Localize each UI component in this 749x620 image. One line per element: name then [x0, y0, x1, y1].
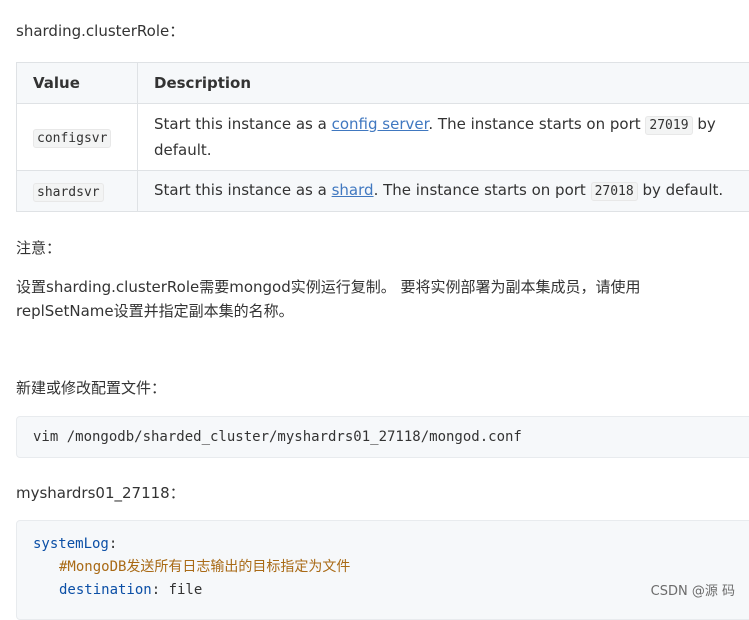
- description-cell: Start this instance as a config server. …: [138, 104, 749, 171]
- table-header-description: Description: [138, 63, 749, 104]
- param-heading: sharding.clusterRole：: [16, 20, 184, 41]
- config-key: systemLog: [33, 536, 109, 552]
- value-cell: configsvr: [17, 104, 138, 171]
- note-line-2: replSetName设置并指定副本集的名称。: [16, 300, 294, 321]
- desc-text: Start this instance as a: [154, 181, 332, 199]
- table-header-value: Value: [17, 63, 138, 104]
- desc-text: . The instance starts on port: [428, 115, 645, 133]
- config-line-2: #MongoDB发送所有日志输出的目标指定为文件: [33, 556, 739, 579]
- file-label: myshardrs01_27118：: [16, 482, 185, 503]
- config-codeblock[interactable]: systemLog: #MongoDB发送所有日志输出的目标指定为文件 dest…: [16, 520, 749, 620]
- cluster-role-table: Value Description configsvr Start this i…: [16, 62, 749, 212]
- desc-text: Start this instance as a: [154, 115, 332, 133]
- config-line-3: destination: file: [33, 579, 739, 602]
- value-code: configsvr: [33, 129, 111, 148]
- command-text: vim /mongodb/sharded_cluster/myshardrs01…: [33, 429, 522, 445]
- table-row: configsvr Start this instance as a confi…: [17, 104, 749, 171]
- config-key: destination: [59, 582, 152, 598]
- config-colon: :: [109, 536, 117, 552]
- config-line-1: systemLog:: [33, 533, 739, 556]
- command-codeblock[interactable]: vim /mongodb/sharded_cluster/myshardrs01…: [16, 416, 749, 458]
- port-code: 27019: [645, 116, 692, 135]
- config-value: : file: [152, 582, 203, 598]
- value-cell: shardsvr: [17, 171, 138, 212]
- note-label: 注意：: [16, 237, 61, 258]
- desc-text: by default.: [638, 181, 723, 199]
- shard-link[interactable]: shard: [332, 181, 374, 199]
- port-code: 27018: [591, 182, 638, 201]
- csdn-watermark: CSDN @源 码: [651, 580, 735, 599]
- config-comment: #MongoDB发送所有日志输出的目标指定为文件: [59, 559, 350, 575]
- table-row: shardsvr Start this instance as a shard.…: [17, 171, 749, 212]
- create-label: 新建或修改配置文件：: [16, 377, 166, 398]
- config-server-link[interactable]: config server: [332, 115, 429, 133]
- description-cell: Start this instance as a shard. The inst…: [138, 171, 749, 212]
- note-line-1: 设置sharding.clusterRole需要mongod实例运行复制。 要将…: [16, 276, 641, 297]
- desc-text: . The instance starts on port: [374, 181, 591, 199]
- value-code: shardsvr: [33, 183, 104, 202]
